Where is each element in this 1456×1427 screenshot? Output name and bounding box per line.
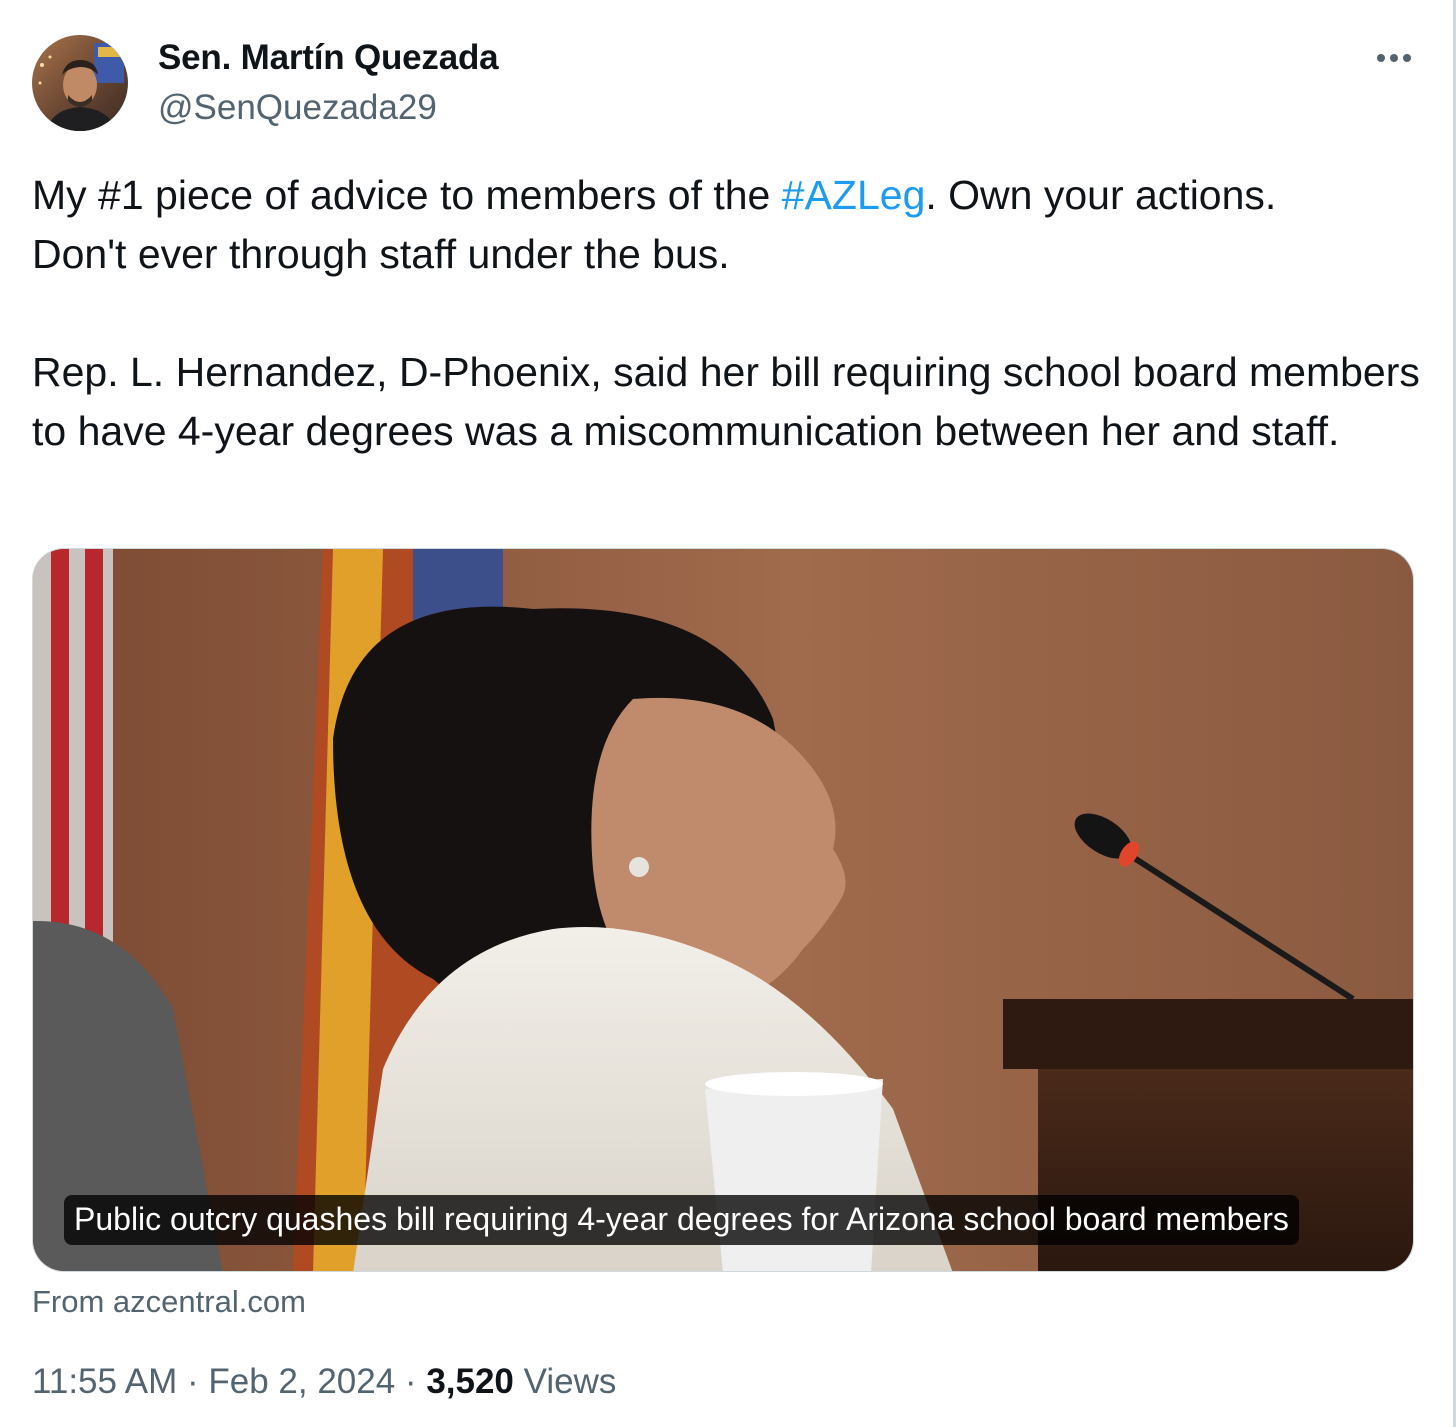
author-handle[interactable]: @SenQuezada29 <box>158 88 437 128</box>
dot <box>1390 54 1398 62</box>
author-display-name[interactable]: Sen. Martín Quezada <box>158 38 499 78</box>
tweet-text: My #1 piece of advice to members of the … <box>32 166 1424 461</box>
avatar-image <box>32 35 128 131</box>
tweet-date[interactable]: Feb 2, 2024 <box>208 1362 395 1401</box>
views-label: Views <box>523 1362 617 1401</box>
hashtag-link[interactable]: #AZLeg <box>782 172 926 218</box>
tweet-text-part: My #1 piece of advice to members of the <box>32 172 782 218</box>
link-card[interactable]: Public outcry quashes bill requiring 4-y… <box>32 548 1414 1272</box>
tweet-meta: 11:55 AM · Feb 2, 2024 · 3,520 Views <box>32 1362 616 1402</box>
dot <box>1403 54 1411 62</box>
card-source-link[interactable]: From azcentral.com <box>32 1284 306 1320</box>
article-photo <box>33 549 1413 1271</box>
separator: · <box>177 1362 209 1401</box>
dot <box>1377 54 1385 62</box>
more-options-icon[interactable] <box>1372 38 1416 78</box>
avatar[interactable] <box>32 35 128 131</box>
separator: · <box>395 1362 427 1401</box>
tweet-time[interactable]: 11:55 AM <box>32 1362 177 1401</box>
views-count: 3,520 <box>426 1362 514 1401</box>
card-headline: Public outcry quashes bill requiring 4-y… <box>64 1195 1299 1245</box>
